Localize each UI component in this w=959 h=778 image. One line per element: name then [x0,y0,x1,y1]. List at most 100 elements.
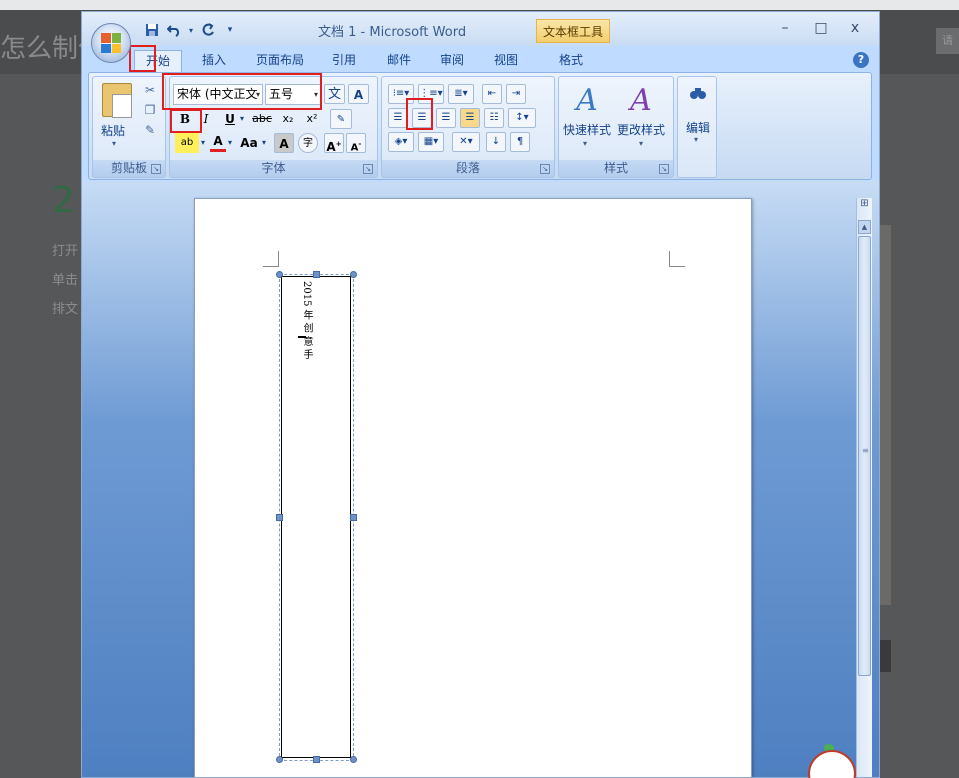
tab-view[interactable]: 视图 [491,51,521,68]
change-styles-dropdown-icon[interactable]: ▾ [639,139,643,148]
ruler-toggle-icon[interactable]: ⊞ [857,198,872,216]
font-size-select[interactable]: 五号 ▾ [265,84,321,105]
chinese-layout-icon[interactable]: ✕▾ [452,132,480,152]
clipboard-launcher-icon[interactable]: ↘ [151,164,161,174]
superscript-button[interactable]: x² [302,109,322,129]
office-button[interactable] [91,23,131,63]
styles-launcher-icon[interactable]: ↘ [659,164,669,174]
title-bar: ▾ ▾ 文档 1 - Microsoft Word 文本框工具 – □ x [82,12,879,46]
tab-home[interactable]: 开始 [134,50,182,72]
textbox-text[interactable]: 2015 年 创 意 手 [299,281,314,359]
char-border-button[interactable]: A [348,84,369,104]
highlight-color-icon[interactable]: ab [175,133,199,153]
background-image-strip [880,225,891,605]
help-icon[interactable]: ? [853,52,869,68]
background-button: 请 [936,28,959,54]
change-styles-label[interactable]: 更改样式 [617,121,665,138]
minimize-button[interactable]: – [775,20,795,36]
maximize-button[interactable]: □ [811,20,831,36]
shrink-font-button[interactable]: A- [346,133,366,153]
justify-icon[interactable]: ☰ [460,108,480,128]
tab-references[interactable]: 引用 [329,51,359,68]
paste-label[interactable]: 粘贴 [101,122,125,139]
resize-handle-top-right[interactable] [350,271,357,278]
multilevel-list-icon[interactable]: ≣▾ [448,84,474,104]
paste-icon[interactable] [102,83,132,118]
background-right-column [880,74,959,778]
undo-icon[interactable] [166,22,182,38]
document-page[interactable]: 2015 年 创 意 手 [194,198,752,777]
window-title: 文档 1 - Microsoft Word [318,25,467,40]
resize-handle-left[interactable] [276,514,283,521]
font-launcher-icon[interactable]: ↘ [363,164,373,174]
cut-icon[interactable]: ✂ [143,83,157,97]
bold-button[interactable]: B [176,109,194,129]
grow-font-button[interactable]: A+ [324,133,344,154]
decrease-indent-icon[interactable]: ⇤ [482,84,502,104]
resize-handle-top-left[interactable] [276,271,283,278]
vertical-textbox[interactable] [281,276,351,758]
tab-review[interactable]: 审阅 [437,51,467,68]
font-color-button[interactable]: A [210,133,226,152]
tab-insert[interactable]: 插入 [197,51,231,68]
vertical-scrollbar[interactable]: ⊞ ▲ ≡ [856,198,872,777]
phonetic-guide-button[interactable]: 文 [324,84,345,104]
subscript-button[interactable]: x₂ [278,109,298,129]
align-center-icon[interactable]: ☰ [412,108,432,128]
tab-mailings[interactable]: 邮件 [384,51,414,68]
quick-styles-label[interactable]: 快速样式 [563,121,611,138]
save-icon[interactable] [144,22,160,38]
scrollbar-thumb[interactable]: ≡ [858,236,871,676]
resize-handle-bottom[interactable] [313,756,320,763]
borders-icon[interactable]: ▦▾ [418,132,444,152]
paste-dropdown-icon[interactable]: ▾ [112,139,116,148]
copy-icon[interactable]: ❐ [143,103,157,117]
clipboard-group: 粘贴 ▾ ✂ ❐ ✎ 剪贴板 ↘ [92,76,166,178]
italic-button[interactable]: I [198,109,214,129]
format-painter-icon[interactable]: ✎ [143,123,157,137]
resize-handle-right[interactable] [350,514,357,521]
underline-button[interactable]: U [222,109,238,129]
distributed-icon[interactable]: ☷ [484,108,504,128]
editing-dropdown-icon[interactable]: ▾ [694,135,698,144]
strikethrough-button[interactable]: abc [250,109,274,129]
bullets-icon[interactable]: ⁝≡▾ [388,84,414,104]
paragraph-launcher-icon[interactable]: ↘ [540,164,550,174]
margin-corner-top-right [669,251,685,267]
change-case-button[interactable]: Aa [238,133,260,153]
highlight-dropdown-icon[interactable]: ▾ [199,133,207,153]
underline-dropdown-icon[interactable]: ▾ [238,109,246,129]
numbering-icon[interactable]: ⋮≡▾ [418,84,444,104]
sort-icon[interactable]: ↓ [486,132,506,152]
editing-group: 编辑 ▾ [677,76,717,178]
font-color-dropdown-icon[interactable]: ▾ [226,133,234,153]
align-right-icon[interactable]: ☰ [436,108,456,128]
quick-styles-icon[interactable]: A [567,83,607,119]
font-name-select[interactable]: 宋体 (中文正文 ▾ [173,84,263,105]
redo-icon[interactable] [200,22,216,38]
clear-formatting-icon[interactable]: ✎ [330,109,352,129]
tab-page-layout[interactable]: 页面布局 [252,51,308,68]
find-icon[interactable] [688,85,708,105]
increase-indent-icon[interactable]: ⇥ [506,84,526,104]
line-spacing-icon[interactable]: ↕▾ [508,108,536,128]
show-marks-icon[interactable]: ¶ [510,132,530,152]
shading-icon[interactable]: ◈▾ [388,132,414,152]
align-left-icon[interactable]: ☰ [388,108,408,128]
resize-handle-bottom-right[interactable] [350,756,357,763]
resize-handle-bottom-left[interactable] [276,756,283,763]
change-case-dropdown-icon[interactable]: ▾ [260,133,268,153]
undo-dropdown-icon[interactable]: ▾ [188,22,194,38]
resize-handle-top[interactable] [313,271,320,278]
background-line-2: 单击 [52,273,79,288]
editing-label[interactable]: 编辑 [686,119,710,136]
tab-format[interactable]: 格式 [556,51,586,68]
scroll-up-icon[interactable]: ▲ [858,220,871,234]
char-shading-button[interactable]: A [274,133,294,153]
chevron-down-icon: ▾ [255,90,260,99]
change-styles-icon[interactable]: A [621,83,661,119]
enclose-characters-button[interactable]: 字 [298,133,318,153]
customize-icon[interactable]: ▾ [222,22,238,38]
close-button[interactable]: x [845,20,865,36]
quick-styles-dropdown-icon[interactable]: ▾ [583,139,587,148]
